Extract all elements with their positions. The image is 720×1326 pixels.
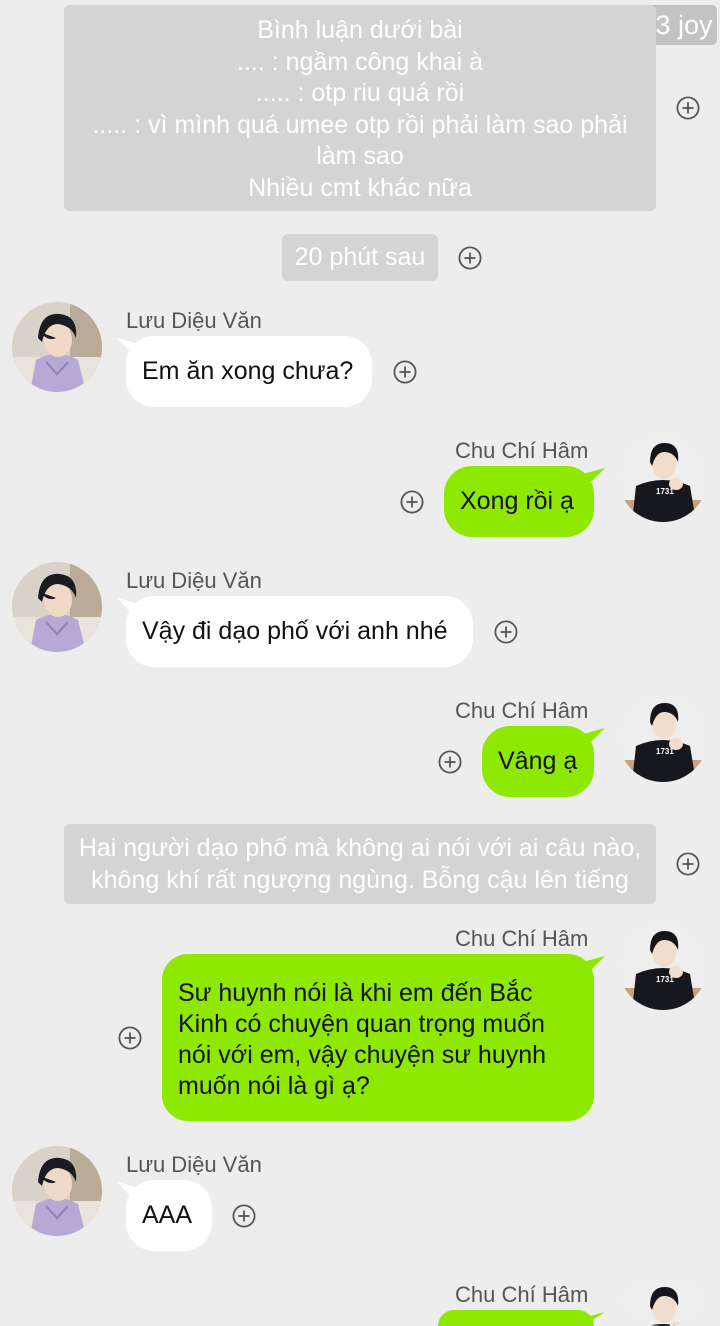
narration-box-top: Bình luận dưới bài .... : ngầm công khai… [64, 5, 656, 211]
sender-name: Lưu Diệu Văn [126, 1152, 262, 1177]
sender-name: Chu Chí Hâm [455, 698, 589, 723]
sender-name: Lưu Diệu Văn [126, 308, 262, 333]
message-line: muốn nói là gì ạ? [178, 1072, 370, 1100]
avatar-luu-dieu-van[interactable] [12, 562, 102, 652]
plus-circle-icon[interactable] [676, 852, 700, 876]
message-line: Sư huynh nói là khi em đến Bắc [178, 979, 533, 1007]
plus-circle-icon[interactable] [458, 246, 482, 270]
sender-name: Chu Chí Hâm [455, 926, 589, 951]
narration-line: không khí rất ngượng ngùng. Bỗng cậu lên… [91, 865, 629, 894]
message-line: Kinh có chuyện quan trọng muốn [178, 1010, 545, 1038]
message-bubble[interactable]: AAA [126, 1180, 212, 1251]
avatar-chu-chi-ham[interactable] [618, 692, 708, 782]
message-bubble[interactable]: Sư huynh nói là khi em đến Bắc Kinh có c… [162, 954, 594, 1121]
narration-line: ..... : vì mình quá umee otp rồi phải là… [92, 110, 628, 139]
plus-circle-icon[interactable] [393, 360, 417, 384]
sender-name: Chu Chí Hâm [455, 1282, 589, 1307]
avatar-chu-chi-ham[interactable] [618, 920, 708, 1010]
plus-circle-icon[interactable] [400, 490, 424, 514]
message-bubble[interactable]: Xong rồi ạ [444, 466, 594, 537]
narration-line: làm sao [316, 142, 404, 170]
sender-name: Lưu Diệu Văn [126, 568, 262, 593]
narration-line: Hai người dạo phố mà không ai nói với ai… [78, 834, 642, 862]
plus-circle-icon[interactable] [118, 1026, 142, 1050]
avatar-chu-chi-ham[interactable] [618, 432, 708, 522]
time-divider: 20 phút sau [282, 234, 438, 281]
narration-line: ..... : otp riu quá rồi [255, 79, 465, 107]
avatar-chu-chi-ham[interactable] [618, 1276, 708, 1326]
plus-circle-icon[interactable] [676, 96, 700, 120]
plus-circle-icon[interactable] [438, 750, 462, 774]
message-line: nói với em, vậy chuyện sư huynh [178, 1041, 547, 1069]
avatar-luu-dieu-van[interactable] [12, 302, 102, 392]
sender-name: Chu Chí Hâm [455, 438, 589, 463]
plus-circle-icon[interactable] [232, 1204, 256, 1228]
message-bubble[interactable]: Vâng ạ [482, 726, 594, 797]
message-bubble[interactable]: Vậy đi dạo phố với anh nhé [126, 596, 473, 667]
message-bubble[interactable]: Em ăn xong chưa? [126, 336, 372, 407]
narration-box-mid: Hai người dạo phố mà không ai nói với ai… [64, 824, 656, 904]
narration-line: .... : ngầm công khai à [237, 47, 483, 76]
narration-line: Bình luận dưới bài [257, 16, 463, 44]
narration-line: Nhiều cmt khác nữa [248, 173, 472, 202]
message-bubble[interactable] [438, 1310, 594, 1326]
avatar-luu-dieu-van[interactable] [12, 1146, 102, 1236]
plus-circle-icon[interactable] [494, 620, 518, 644]
